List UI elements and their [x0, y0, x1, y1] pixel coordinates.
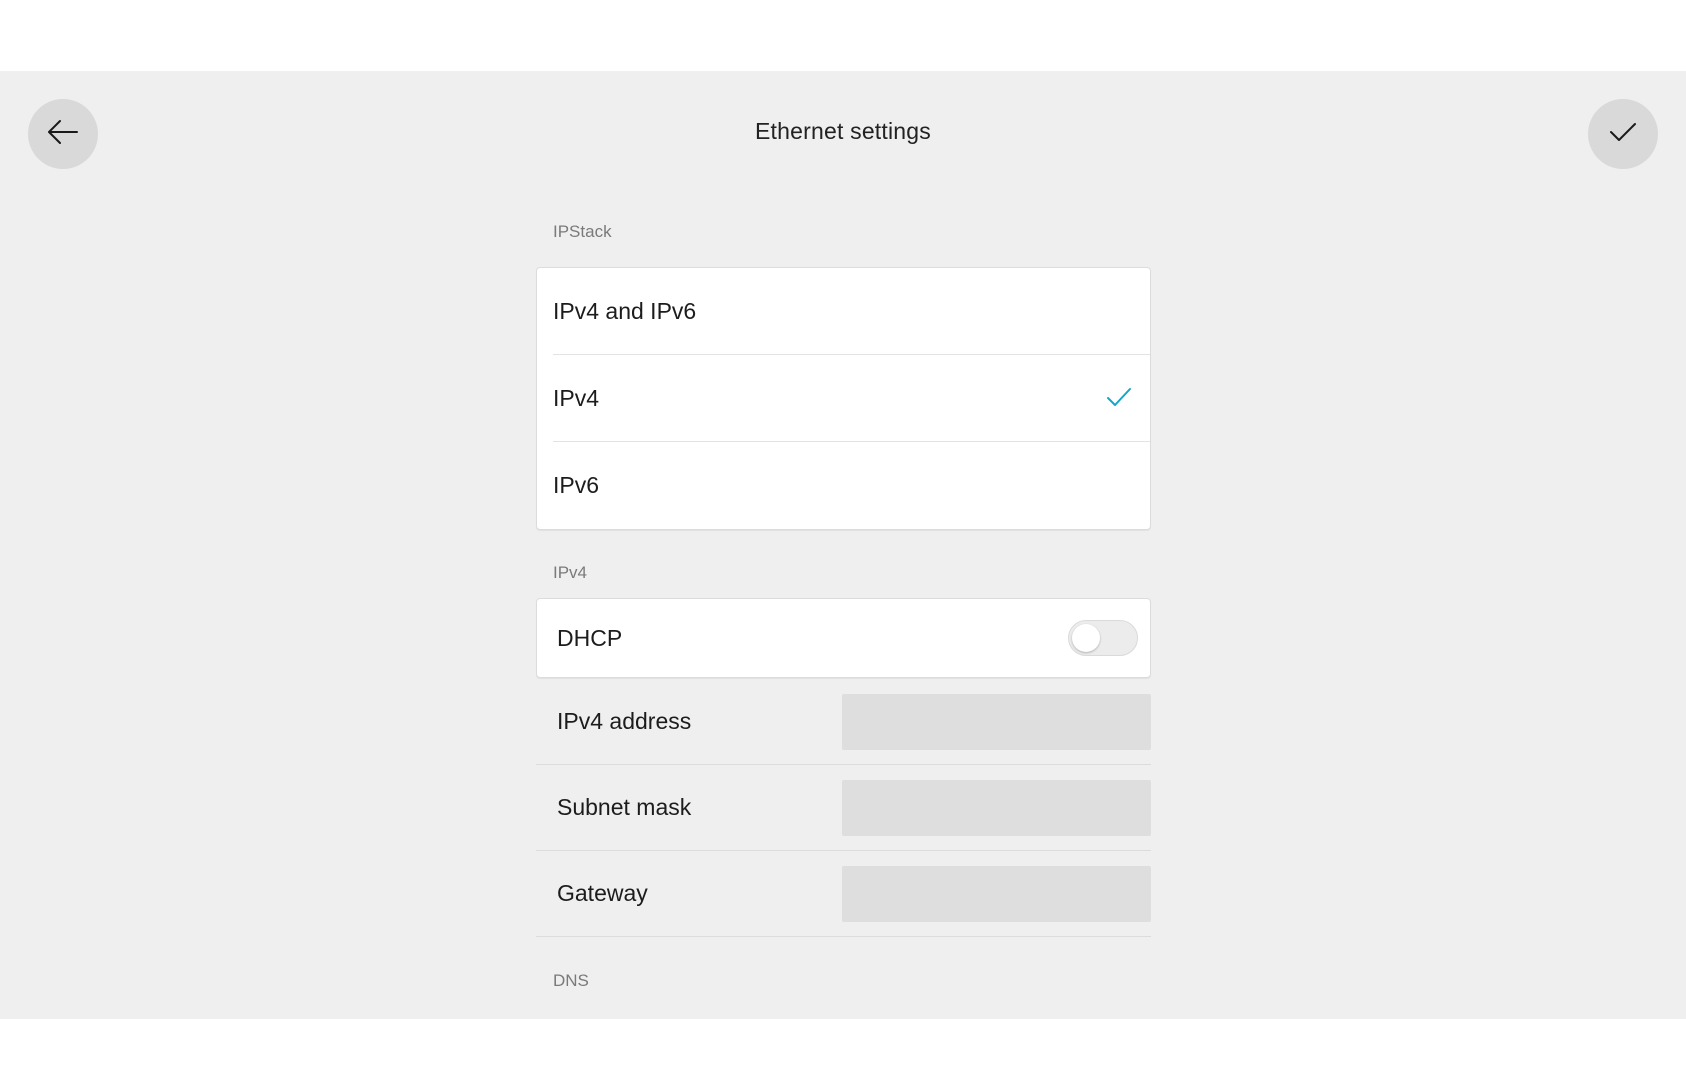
dhcp-row: DHCP — [537, 599, 1150, 677]
confirm-button[interactable] — [1588, 99, 1658, 169]
selected-check-icon — [1106, 386, 1132, 410]
gateway-row: Gateway — [536, 851, 1151, 937]
dhcp-toggle[interactable] — [1068, 620, 1138, 656]
section-label-dns: DNS — [553, 971, 589, 990]
settings-panel: Ethernet settings IPStack IPv4 and IPv6 … — [0, 71, 1686, 1019]
option-ipv6[interactable]: IPv6 — [537, 442, 1150, 529]
toggle-knob — [1072, 624, 1100, 652]
subnet-mask-row: Subnet mask — [536, 765, 1151, 851]
ipv4-address-label: IPv4 address — [557, 708, 692, 734]
dhcp-label: DHCP — [557, 625, 623, 651]
ipv4-address-input[interactable] — [842, 694, 1151, 750]
option-ipv4[interactable]: IPv4 — [537, 355, 1150, 442]
option-label: IPv4 — [553, 385, 600, 411]
subnet-mask-label: Subnet mask — [557, 794, 692, 820]
page-title: Ethernet settings — [754, 118, 931, 144]
checkmark-icon — [1609, 121, 1637, 148]
ipv4-address-row: IPv4 address — [536, 679, 1151, 765]
gateway-label: Gateway — [557, 880, 648, 906]
subnet-mask-input[interactable] — [842, 780, 1151, 836]
ipstack-options-card: IPv4 and IPv6 IPv4 IPv6 — [536, 267, 1151, 530]
option-label: IPv6 — [553, 472, 600, 498]
option-ipv4-and-ipv6[interactable]: IPv4 and IPv6 — [537, 268, 1150, 355]
section-label-ipstack: IPStack — [553, 222, 612, 241]
section-label-ipv4: IPv4 — [553, 563, 588, 582]
gateway-input[interactable] — [842, 866, 1151, 922]
option-label: IPv4 and IPv6 — [553, 298, 697, 324]
dhcp-card: DHCP — [536, 598, 1151, 678]
